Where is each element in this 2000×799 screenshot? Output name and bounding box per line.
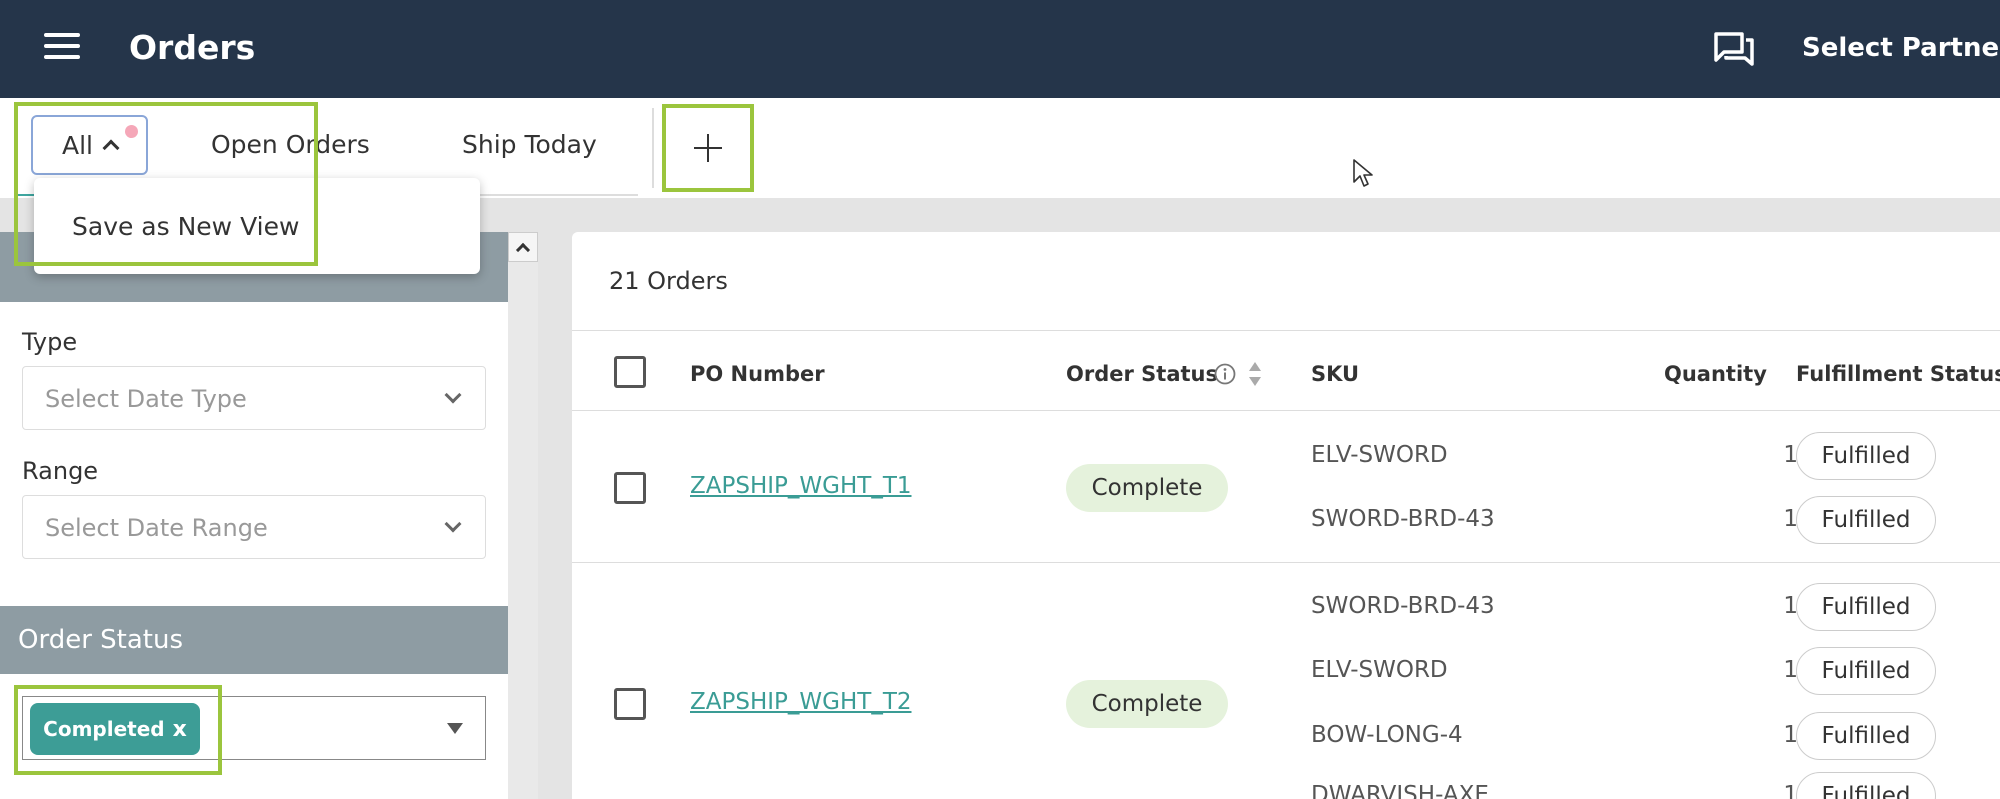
tab-divider — [652, 108, 654, 188]
fulfillment-badge: Fulfilled — [1796, 647, 1936, 695]
quantity-cell: 1 — [1783, 593, 1798, 619]
date-type-placeholder: Select Date Type — [45, 385, 247, 413]
order-status-section-header[interactable]: Order Status — [0, 606, 508, 674]
sku-cell: BOW-LONG-4 — [1311, 722, 1463, 748]
order-status-heading: Order Status — [18, 625, 184, 655]
quantity-cell: 1 — [1783, 782, 1798, 799]
chat-icon[interactable] — [1712, 30, 1756, 68]
date-range-select[interactable]: Select Date Range — [22, 495, 486, 559]
po-number-link[interactable]: ZAPSHIP_WGHT_T2 — [690, 689, 912, 715]
row-checkbox[interactable] — [614, 688, 646, 720]
tab-all[interactable]: All — [31, 115, 148, 175]
sku-cell: DWARVISH-AXE — [1311, 782, 1489, 799]
fulfillment-status-header: Fulfillment Status — [1796, 362, 2000, 386]
fulfillment-badge: Fulfilled — [1796, 432, 1936, 480]
add-view-button[interactable] — [662, 104, 754, 192]
top-header: Orders Select Partner: — [0, 0, 2000, 98]
date-type-select[interactable]: Select Date Type — [22, 366, 486, 430]
sku-cell: SWORD-BRD-43 — [1311, 506, 1495, 532]
fulfillment-badge: Fulfilled — [1796, 712, 1936, 760]
page-title: Orders — [129, 28, 256, 67]
menu-icon[interactable] — [44, 33, 80, 61]
tab-all-label: All — [62, 130, 93, 160]
orders-panel: 21 Orders PO Number Order Status SKU Qua… — [572, 232, 2000, 799]
quantity-cell: 1 — [1783, 657, 1798, 683]
order-count: 21 Orders — [609, 267, 728, 295]
save-as-new-view-item[interactable]: Save as New View — [72, 212, 299, 241]
sku-cell: SWORD-BRD-43 — [1311, 593, 1495, 619]
tab-open-orders[interactable]: Open Orders — [211, 130, 370, 159]
unsaved-indicator-dot — [125, 125, 138, 138]
info-icon[interactable] — [1214, 363, 1236, 385]
divider — [572, 562, 2000, 563]
range-label: Range — [22, 457, 99, 485]
completed-filter-chip[interactable]: Completed x — [30, 703, 200, 755]
po-number-header[interactable]: PO Number — [690, 362, 825, 386]
chip-label: Completed — [43, 717, 165, 741]
filter-sidebar: Type Select Date Type Range Select Date … — [0, 232, 508, 799]
row-checkbox[interactable] — [614, 472, 646, 504]
divider — [572, 410, 2000, 411]
view-options-menu: Save as New View — [34, 178, 480, 274]
sidebar-scrollbar[interactable] — [508, 232, 538, 799]
order-status-badge: Complete — [1066, 464, 1228, 512]
quantity-cell: 1 — [1783, 722, 1798, 748]
chevron-down-icon — [444, 386, 462, 404]
tab-ship-today[interactable]: Ship Today — [462, 130, 597, 159]
divider — [572, 330, 2000, 331]
quantity-cell: 1 — [1783, 506, 1798, 532]
po-number-link[interactable]: ZAPSHIP_WGHT_T1 — [690, 473, 912, 499]
quantity-header: Quantity — [1664, 362, 1767, 386]
quantity-cell: 1 — [1783, 442, 1798, 468]
date-range-placeholder: Select Date Range — [45, 514, 268, 542]
order-status-badge: Complete — [1066, 680, 1228, 728]
order-status-header[interactable]: Order Status — [1066, 362, 1218, 386]
chevron-down-icon — [444, 515, 462, 533]
caret-down-icon — [447, 723, 463, 734]
sku-header: SKU — [1311, 362, 1360, 386]
sku-cell: ELV-SWORD — [1311, 657, 1448, 683]
chevron-up-icon — [515, 242, 531, 258]
sort-icon[interactable] — [1248, 360, 1262, 388]
remove-chip-icon[interactable]: x — [173, 717, 187, 742]
sku-cell: ELV-SWORD — [1311, 442, 1448, 468]
fulfillment-badge: Fulfilled — [1796, 583, 1936, 631]
type-label: Type — [22, 328, 78, 356]
select-all-checkbox[interactable] — [614, 356, 646, 388]
fulfillment-badge: Fulfilled — [1796, 496, 1936, 544]
select-partner-button[interactable]: Select Partner: — [1802, 33, 2000, 63]
chevron-up-icon — [102, 139, 120, 157]
scroll-up-button[interactable] — [508, 232, 538, 262]
plus-icon — [694, 134, 722, 162]
fulfillment-badge: Fulfilled — [1796, 772, 1936, 799]
mouse-pointer-icon — [1353, 159, 1373, 187]
